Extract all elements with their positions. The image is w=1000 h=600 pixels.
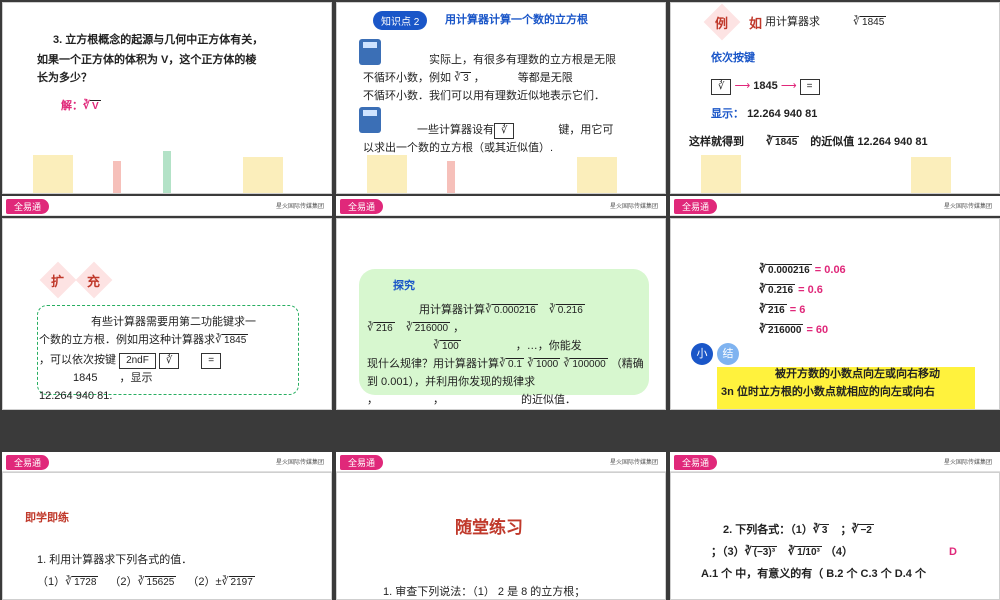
expand-line-3: ，可以依次按键 2ndF ∛ = bbox=[39, 351, 222, 369]
slide-4-footer: 全易通 星火国际传媒集团 bbox=[2, 452, 332, 472]
slide-grid: 3. 立方根概念的起源与几何中正方体有关， 如果一个正方体的体积为 V，这个正方… bbox=[0, 0, 1000, 600]
radicand: 0.216 bbox=[766, 284, 796, 296]
slide-3[interactable]: 例 如 用计算器求 ∛ 1845 依次按键 ∛ ⟶ 1845 ⟶ = 显示： 12… bbox=[670, 2, 1000, 194]
expand-label-1: 扩 bbox=[51, 274, 65, 289]
expand-line-4: 1845 ，显示 bbox=[73, 372, 153, 384]
paragraph-4: 一些计算器设有 ∛ 键，用它可 bbox=[417, 121, 613, 139]
slide-1-footer: 全易通 星火国际传媒集团 bbox=[2, 196, 332, 216]
expand-line-1: 有些计算器需要用第二功能键求一 bbox=[91, 316, 256, 328]
mc-answer: D bbox=[949, 546, 957, 558]
explore-line-5: 到 0.001），并利用你发现的规律求 bbox=[367, 376, 536, 388]
example-label-2: 如 bbox=[749, 16, 763, 31]
exercise-question: 1. 审查下列说法：（1） 2 是 8 的立方根； bbox=[383, 586, 586, 598]
example-line: 用计算器求 ∛ 1845 bbox=[765, 16, 887, 28]
radicand: 216 bbox=[766, 304, 787, 316]
expand-line-2: 个数的立方根．例如用这种计算器求∛ 1845 bbox=[39, 334, 249, 346]
stationery-decoration bbox=[701, 155, 951, 193]
result-value: = 0.06 bbox=[811, 264, 846, 276]
result-row: ∛ 216 = 6 bbox=[759, 304, 806, 316]
expand-label-2: 充 bbox=[87, 274, 101, 289]
slide-3-footer: 全易通 星火国际传媒集团 bbox=[670, 196, 1000, 216]
slide-8[interactable]: 随堂练习 1. 审查下列说法：（1） 2 是 8 的立方根； bbox=[336, 472, 666, 600]
key-sequence: ∛ ⟶ 1845 ⟶ = bbox=[711, 77, 820, 95]
practice-question: 1. 利用计算器求下列各式的值． bbox=[37, 554, 193, 566]
result-row: ∛ 216000 = 60 bbox=[759, 324, 829, 336]
slide-2[interactable]: 知识点 2 用计算器计算一个数的立方根 实际上，有很多有理数的立方根是无限 不循… bbox=[336, 2, 666, 194]
slide-9[interactable]: 2. 下列各式：（1）∛ 3 ；∛ −2 ；（3）∛ (−3)³ ∛ 1/10³ （4）… bbox=[670, 472, 1000, 600]
explore-line-6: ， ， 的近似值． bbox=[367, 394, 576, 406]
question-line-2: 如果一个正方体的体积为 V，这个正方体的棱 bbox=[37, 54, 257, 66]
example-label-1: 例 bbox=[715, 16, 729, 31]
explore-line-2: ∛ 216 ∛ 216000 ， bbox=[367, 322, 465, 334]
mc-question-line-1: 2. 下列各式：（1）∛ 3 ；∛ −2 bbox=[723, 524, 874, 536]
display-result: 显示： 12.264 940 81 bbox=[711, 108, 818, 120]
result-value: = 6 bbox=[786, 304, 806, 316]
result-value: = 0.6 bbox=[795, 284, 823, 296]
result-row: ∛ 0.000216 = 0.06 bbox=[759, 264, 846, 276]
slide-2-footer: 全易通 星火国际传媒集团 bbox=[336, 196, 666, 216]
expand-line-5: 12.264 940 81. bbox=[39, 390, 113, 402]
stationery-decoration bbox=[33, 151, 283, 193]
exercise-title: 随堂练习 bbox=[455, 518, 523, 537]
slide-4[interactable]: 扩 充 有些计算器需要用第二功能键求一 个数的立方根．例如用这种计算器求∛ 184… bbox=[2, 218, 332, 410]
slide-7[interactable]: 即学即练 1. 利用计算器求下列各式的值． （1）∛ 1728 （2）∛ 15625… bbox=[2, 472, 332, 600]
summary-label-2: 结 bbox=[717, 343, 739, 365]
slide-5[interactable]: 探究 用计算器计算∛ 0.000216 ∛ 0.216 ∛ 216 ∛ 216000 ，… bbox=[336, 218, 666, 410]
result-row: ∛ 0.216 = 0.6 bbox=[759, 284, 823, 296]
knowledge-badge: 知识点 2 bbox=[373, 11, 428, 30]
slide-5-footer: 全易通 星火国际传媒集团 bbox=[336, 452, 666, 472]
practice-items: （1）∛ 1728 （2）∛ 15625 （2）±∛ 2197 bbox=[37, 576, 255, 588]
explore-title: 探究 bbox=[393, 280, 415, 292]
radicand: 216000 bbox=[766, 324, 804, 336]
calculator-icon bbox=[359, 107, 381, 133]
stationery-decoration bbox=[367, 155, 617, 193]
answer-label: 解：∛ V bbox=[61, 100, 101, 112]
group-name: 星火国际传媒集团 bbox=[275, 204, 324, 210]
paragraph-3: 不循环小数．我们可以用有理数近似地表示它们． bbox=[363, 90, 605, 102]
conclusion: 这样就得到 ∛ 1845 的近似值 12.264 940 81 bbox=[689, 136, 928, 148]
question-line-3: 长为多少？ bbox=[37, 72, 92, 84]
explore-line-1: 用计算器计算∛ 0.000216 ∛ 0.216 bbox=[419, 304, 585, 316]
paragraph-1: 实际上，有很多有理数的立方根是无限 bbox=[429, 54, 616, 66]
radicand: 0.000216 bbox=[766, 264, 812, 276]
practice-title: 即学即练 bbox=[25, 512, 69, 524]
slide-6[interactable]: ∛ 0.000216 = 0.06 ∛ 0.216 = 0.6 ∛ 216 = 6 ∛ 216… bbox=[670, 218, 1000, 410]
result-value: = 60 bbox=[803, 324, 829, 336]
summary-line-1: 被开方数的小数点向左或向右移动 bbox=[775, 368, 940, 380]
question-line-1: 3. 立方根概念的起源与几何中正方体有关， bbox=[53, 34, 264, 46]
brand-logo: 全易通 bbox=[6, 199, 50, 214]
explore-line-4: 现什么规律？用计算器计算∛ 0.1 ∛ 1000 ∛ 100000 （精确 bbox=[367, 358, 644, 370]
calculator-icon bbox=[359, 39, 381, 65]
section-title: 用计算器计算一个数的立方根 bbox=[445, 14, 588, 26]
key-sequence-label: 依次按键 bbox=[711, 52, 755, 64]
mc-question-line-2: ；（3）∛ (−3)³ ∛ 1/10³ （4） bbox=[711, 546, 854, 558]
mc-options: A.1 个 中，有意义的有（ B.2 个 C.3 个 D.4 个 bbox=[701, 568, 926, 580]
explore-line-3: ∛ 100 ，…，你能发 bbox=[433, 340, 582, 352]
slide-6-footer: 全易通 星火国际传媒集团 bbox=[670, 452, 1000, 472]
summary-label-1: 小 bbox=[691, 343, 713, 365]
slide-1[interactable]: 3. 立方根概念的起源与几何中正方体有关， 如果一个正方体的体积为 V，这个正方… bbox=[2, 2, 332, 194]
paragraph-2: 不循环小数，例如 ∛ 3 ， 等都是无限 bbox=[363, 72, 573, 84]
summary-line-2: 3n 位时立方根的小数点就相应的向左或向右 bbox=[721, 386, 935, 398]
